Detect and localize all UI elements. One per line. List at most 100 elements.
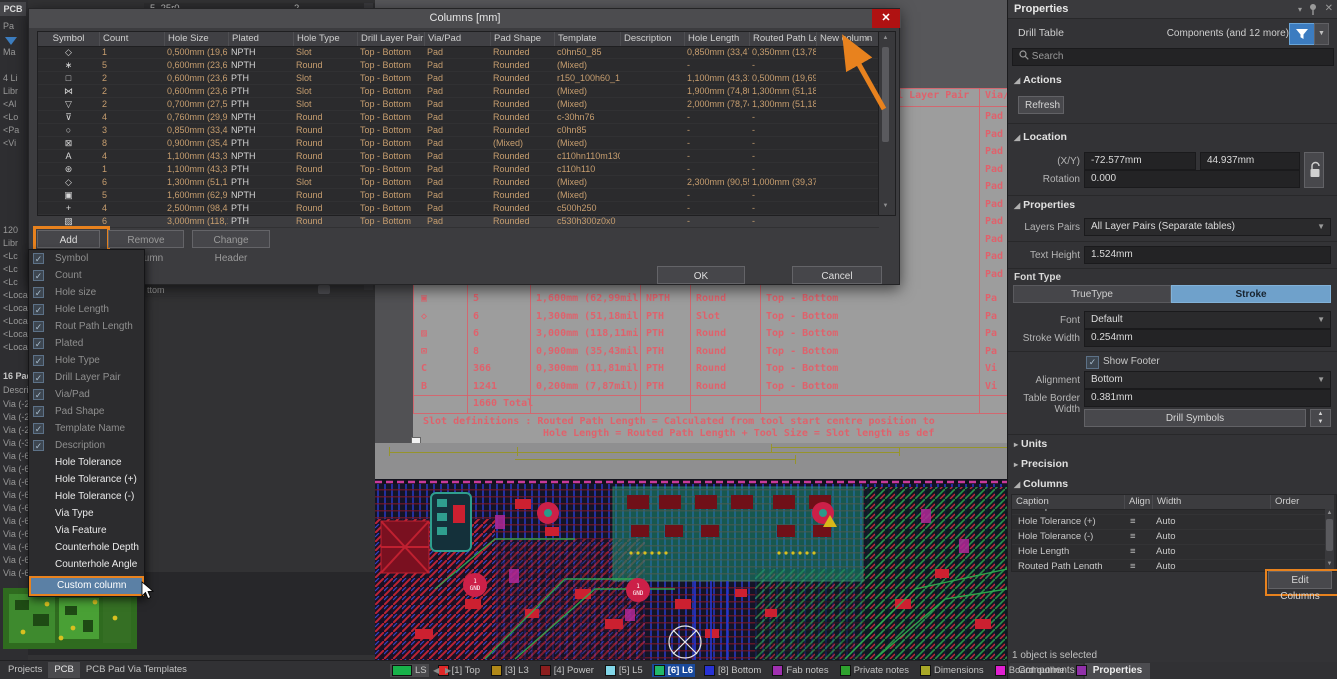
via-row[interactable]: Via (-60 bbox=[0, 489, 28, 502]
section-location[interactable]: ◢Location bbox=[1014, 131, 1067, 143]
section-columns[interactable]: ◢Columns bbox=[1014, 478, 1068, 490]
via-row[interactable]: Via (-6r bbox=[0, 463, 28, 476]
via-row[interactable]: Via (-61 bbox=[0, 515, 28, 528]
list-item[interactable]: <Local bbox=[0, 341, 28, 354]
list-item[interactable]: <Vi bbox=[0, 137, 28, 150]
list-item[interactable]: 4 Li bbox=[0, 72, 28, 85]
panel-close-icon[interactable]: ✕ bbox=[1325, 0, 1333, 18]
via-row[interactable]: Via (-62 bbox=[0, 554, 28, 567]
via-row[interactable]: Via (-6r bbox=[0, 476, 28, 489]
menu-item[interactable]: ✓ Custom column bbox=[29, 576, 144, 596]
layer-tab[interactable]: LS bbox=[390, 664, 429, 677]
layer-tab[interactable]: Board outline bbox=[993, 664, 1067, 677]
layer-tab[interactable]: Private notes bbox=[838, 664, 911, 677]
menu-item[interactable]: ✓ Template Name bbox=[29, 420, 144, 437]
alignment-dropdown[interactable]: Bottom▼ bbox=[1084, 371, 1331, 389]
section-actions[interactable]: ◢Actions bbox=[1014, 74, 1062, 86]
via-row[interactable]: Via (-2 bbox=[0, 398, 28, 411]
menu-item[interactable]: ✓ Counterhole Depth bbox=[29, 539, 144, 556]
align-icon[interactable]: ≡ bbox=[1130, 515, 1136, 529]
ok-button[interactable]: OK bbox=[657, 266, 745, 284]
stroke-option[interactable]: Stroke bbox=[1171, 285, 1331, 303]
via-row[interactable]: Via (-3 bbox=[0, 437, 28, 450]
table-row[interactable]: ⋈2 0,600mm (23,62miPTH SlotTop - Bottom … bbox=[38, 85, 879, 98]
table-row[interactable]: □2 0,600mm (23,62miPTH SlotTop - Bottom … bbox=[38, 72, 879, 85]
via-row[interactable]: Via (-2 bbox=[0, 424, 28, 437]
list-item[interactable]: <Pa bbox=[0, 124, 28, 137]
menu-item[interactable]: ✓ Hole size bbox=[29, 284, 144, 301]
add-column-button[interactable]: Add Column bbox=[37, 230, 100, 248]
filter-button[interactable] bbox=[1289, 23, 1315, 45]
menu-item[interactable]: ✓ Description bbox=[29, 437, 144, 454]
menu-item[interactable]: ✓ Drill Layer Pair bbox=[29, 369, 144, 386]
layer-tab[interactable]: [4] Power bbox=[538, 664, 596, 677]
table-row[interactable]: ◇1 0,500mm (19,69miNPTH SlotTop - Bottom… bbox=[38, 46, 879, 59]
align-icon[interactable]: ≡ bbox=[1130, 509, 1136, 514]
via-row[interactable]: Via (-2 bbox=[0, 411, 28, 424]
panel-menu-icon[interactable]: ▾ bbox=[1298, 5, 1302, 14]
column-config-row[interactable]: Routed Path Length ≡ Auto bbox=[1012, 560, 1326, 569]
layer-scroll-right-icon[interactable]: ▶ bbox=[444, 666, 452, 675]
menu-item[interactable]: ✓ Counterhole Angle bbox=[29, 556, 144, 573]
layer-tab[interactable]: Dimensions bbox=[918, 664, 986, 677]
layer-tab[interactable] bbox=[1074, 664, 1092, 677]
filter-funnel-icon[interactable] bbox=[5, 37, 17, 45]
list-item[interactable]: <Local bbox=[0, 328, 28, 341]
column-config-row[interactable]: Hole Tolerance (-) ≡ Auto bbox=[1012, 530, 1326, 545]
document-tab[interactable]: Projects bbox=[2, 662, 48, 678]
spin-button[interactable]: ▲▼ bbox=[1310, 409, 1331, 427]
layer-tab[interactable]: [6] L6 bbox=[652, 664, 695, 677]
document-tab[interactable]: PCB Pad Via Templates bbox=[80, 662, 193, 678]
layers-pairs-dropdown[interactable]: All Layer Pairs (Separate tables)▼ bbox=[1084, 218, 1331, 236]
remove-column-button[interactable]: Remove Column bbox=[108, 230, 184, 248]
edit-columns-button[interactable]: Edit Columns bbox=[1268, 571, 1332, 589]
section-precision[interactable]: ▸Precision bbox=[1014, 458, 1068, 470]
table-row[interactable]: ⊠8 0,900mm (35,43miPTH RoundTop - Bottom… bbox=[38, 137, 879, 150]
menu-item[interactable]: ✓ Hole Tolerance bbox=[29, 454, 144, 471]
font-dropdown[interactable]: Default▼ bbox=[1084, 311, 1331, 329]
menu-item[interactable]: ✓ Hole Tolerance (-) bbox=[29, 488, 144, 505]
via-row[interactable]: Via (-62 bbox=[0, 541, 28, 554]
list-item[interactable]: <Al bbox=[0, 98, 28, 111]
document-tab[interactable]: PCB bbox=[48, 662, 80, 678]
board-thumbnail[interactable] bbox=[3, 588, 137, 649]
table-row[interactable]: ▽2 0,700mm (27,56miPTH SlotTop - Bottom … bbox=[38, 98, 879, 111]
table-row[interactable]: ⊽4 0,760mm (29,92miNPTH RoundTop - Botto… bbox=[38, 111, 879, 124]
x-field[interactable]: -72.577mm bbox=[1084, 152, 1196, 170]
truetype-option[interactable]: TrueType bbox=[1013, 285, 1171, 303]
list-item[interactable]: <Lc bbox=[0, 250, 28, 263]
list-item[interactable]: <Lc bbox=[0, 263, 28, 276]
list-item[interactable]: Libr bbox=[0, 85, 28, 98]
table-border-width-field[interactable]: 0.381mm bbox=[1084, 389, 1331, 407]
table-row[interactable]: ⊛1 1,100mm (43,31miPTH RoundTop - Bottom… bbox=[38, 163, 879, 176]
list-item[interactable]: <Local bbox=[0, 315, 28, 328]
menu-item[interactable]: ✓ Via/Pad bbox=[29, 386, 144, 403]
table-row[interactable]: +4 2,500mm (98,43miPTH RoundTop - Bottom… bbox=[38, 202, 879, 215]
list-item[interactable]: Pa bbox=[0, 20, 28, 33]
list-item[interactable]: Ma bbox=[0, 46, 28, 59]
pcb-layout-image[interactable]: 1 GND 1 GND bbox=[375, 479, 1007, 660]
refresh-button[interactable]: Refresh bbox=[1018, 96, 1064, 114]
menu-item[interactable]: ✓ Symbol bbox=[29, 250, 144, 267]
cancel-button[interactable]: Cancel bbox=[792, 266, 882, 284]
align-icon[interactable]: ≡ bbox=[1130, 545, 1136, 559]
list-item[interactable]: <Lc bbox=[0, 276, 28, 289]
table-row[interactable]: ○3 0,850mm (33,47miNPTH RoundTop - Botto… bbox=[38, 124, 879, 137]
table-row[interactable]: ∗5 0,600mm (23,62miNPTH RoundTop - Botto… bbox=[38, 59, 879, 72]
via-row[interactable]: Via (-62 bbox=[0, 567, 28, 580]
change-header-button[interactable]: Change Header bbox=[192, 230, 270, 248]
section-units[interactable]: ▸Units bbox=[1014, 438, 1047, 450]
layer-tab[interactable]: [3] L3 bbox=[489, 664, 531, 677]
table-row[interactable]: ▨6 3,000mm (118,11mPTH RoundTop - Bottom… bbox=[38, 215, 879, 228]
list-item[interactable]: <Local bbox=[0, 302, 28, 315]
show-footer-checkbox[interactable]: ✓ bbox=[1086, 356, 1099, 369]
align-icon[interactable]: ≡ bbox=[1130, 530, 1136, 544]
menu-item[interactable]: ✓ Pad Shape bbox=[29, 403, 144, 420]
list-item[interactable]: <Loca bbox=[0, 289, 28, 302]
panel-tab[interactable]: Properties bbox=[1085, 663, 1150, 679]
menu-item[interactable]: ✓ Hole Type bbox=[29, 352, 144, 369]
table-row[interactable]: A4 1,100mm (43,31miNPTH RoundTop - Botto… bbox=[38, 150, 879, 163]
columns-config-scrollbar[interactable]: ▲ ▼ bbox=[1325, 509, 1334, 569]
column-config-row[interactable]: Hole Length ≡ Auto bbox=[1012, 545, 1326, 560]
lock-button[interactable] bbox=[1304, 152, 1324, 188]
